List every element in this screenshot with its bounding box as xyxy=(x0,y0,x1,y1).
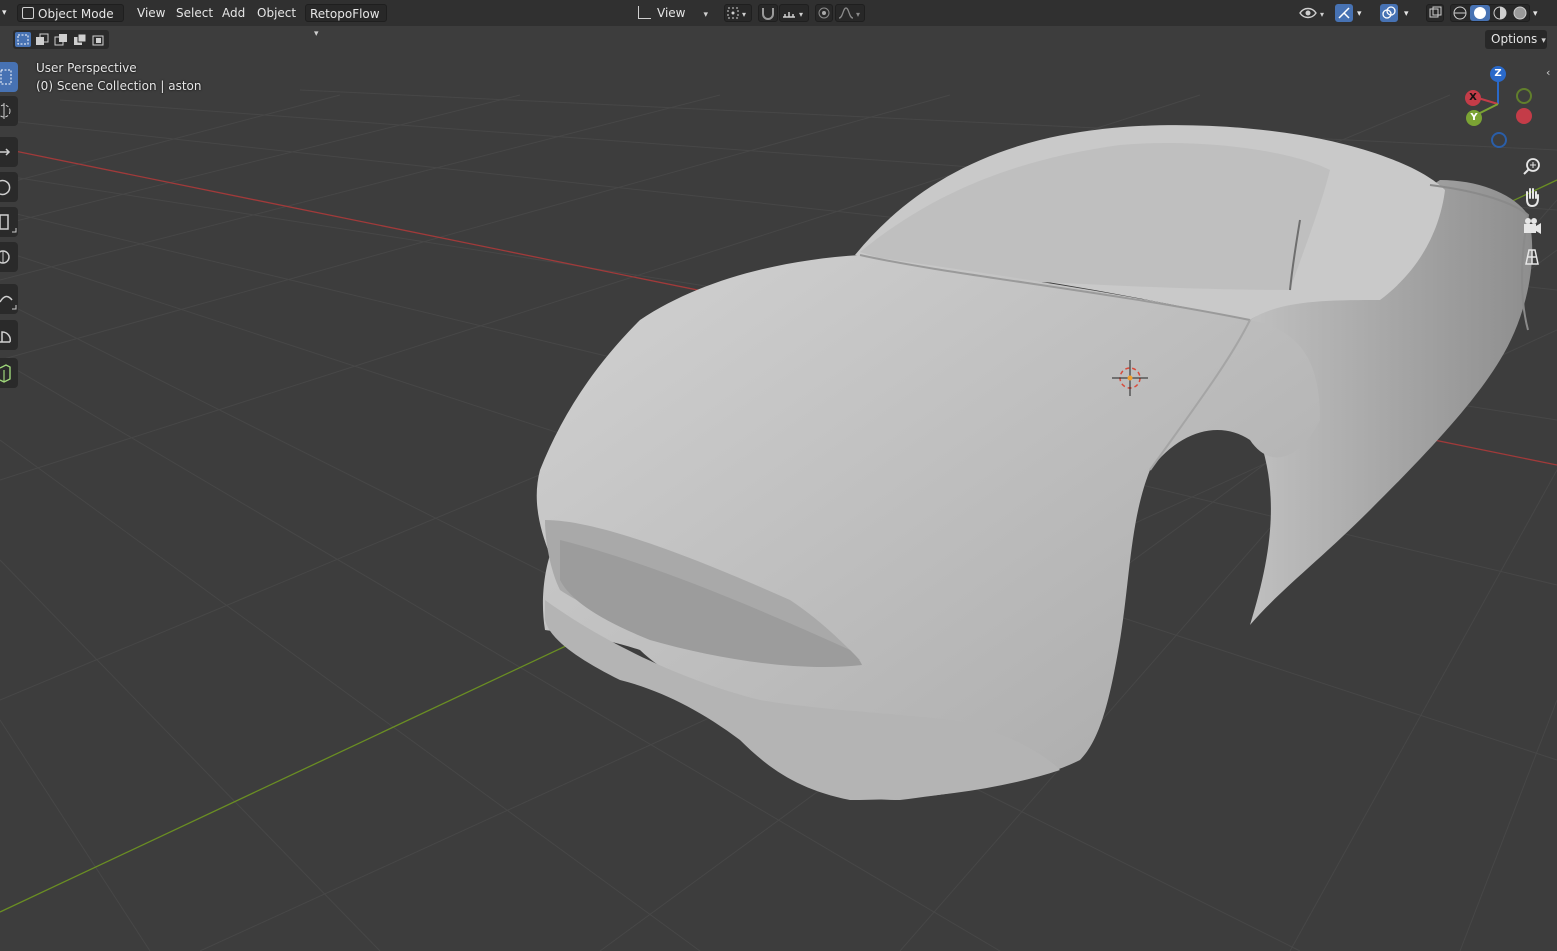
gizmo-neg-x-axis[interactable] xyxy=(1516,108,1532,124)
pivot-icon: ▾ xyxy=(727,7,746,19)
add-cube-icon xyxy=(0,364,11,383)
falloff-curve-icon: ▾ xyxy=(838,7,860,19)
svg-text:▾: ▾ xyxy=(1320,10,1324,19)
falloff-dropdown[interactable]: ▾ xyxy=(835,4,865,22)
tool-measure[interactable] xyxy=(0,320,18,350)
select-intersect-icon xyxy=(92,35,104,46)
grid-icon xyxy=(1525,249,1539,265)
select-extend-icon xyxy=(36,33,49,45)
camera-icon xyxy=(1524,218,1541,234)
magnet-icon xyxy=(762,8,774,20)
tool-rotate[interactable] xyxy=(0,172,18,202)
overlays-toggle-button[interactable] xyxy=(1380,4,1398,22)
viewport-header: ▾ Object Mode▾ View Select Add Object Re… xyxy=(0,0,1557,39)
tool-add-cube[interactable] xyxy=(0,358,18,388)
menu-view[interactable]: View xyxy=(137,4,165,22)
gizmo-y-axis[interactable]: Y xyxy=(1466,110,1482,126)
proportional-edit-button[interactable] xyxy=(815,4,833,22)
tool-select-box[interactable] xyxy=(0,62,18,92)
gizmo-x-axis[interactable]: X xyxy=(1465,90,1481,106)
scene-collection-label: (0) Scene Collection | aston xyxy=(36,79,202,93)
menu-add[interactable]: Add xyxy=(222,4,245,22)
select-invert-button[interactable] xyxy=(72,32,88,47)
cursor-icon xyxy=(0,103,11,119)
menu-select[interactable]: Select xyxy=(176,4,213,22)
ortho-toggle-button[interactable] xyxy=(1518,243,1546,271)
gizmo-neg-z-axis[interactable] xyxy=(1491,132,1507,148)
snap-target-dropdown[interactable]: ▾ xyxy=(779,4,809,22)
camera-view-button[interactable] xyxy=(1518,213,1546,241)
eye-icon: ▾ xyxy=(1299,7,1324,19)
retopoflow-dropdown[interactable]: RetopoFlow ▾ xyxy=(305,4,387,39)
viewport-canvas xyxy=(0,0,1557,951)
xray-icon xyxy=(1429,6,1442,18)
shading-icons xyxy=(1453,5,1527,21)
options-dropdown[interactable]: Options ▾ xyxy=(1485,30,1547,49)
proportional-icon xyxy=(818,7,830,19)
svg-text:▾: ▾ xyxy=(799,10,803,19)
chevron-down-icon[interactable]: ▾ xyxy=(1533,5,1538,23)
scale-icon xyxy=(0,214,17,233)
select-subtract-button[interactable] xyxy=(53,32,69,47)
tool-scale[interactable] xyxy=(0,207,18,237)
pan-button[interactable] xyxy=(1518,183,1546,211)
select-box-icon xyxy=(17,34,29,45)
svg-text:▾: ▾ xyxy=(742,10,746,19)
orientation-label: View xyxy=(657,6,686,20)
select-new-button[interactable] xyxy=(15,32,31,47)
select-extend-button[interactable] xyxy=(34,32,50,47)
tool-move[interactable] xyxy=(0,137,18,167)
visibility-dropdown[interactable]: ▾ xyxy=(1297,4,1329,22)
gizmo-z-axis[interactable]: Z xyxy=(1490,66,1506,82)
select-box-icon xyxy=(0,69,12,85)
gizmo-toggle-button[interactable] xyxy=(1335,4,1353,22)
snap-toggle-button[interactable] xyxy=(758,4,778,22)
zoom-icon xyxy=(1523,158,1540,175)
rotate-icon xyxy=(0,179,11,196)
zoom-button[interactable] xyxy=(1518,153,1546,181)
chevron-down-icon: ▾ xyxy=(1541,36,1546,46)
object-mode-icon xyxy=(22,7,34,19)
chevron-down-icon[interactable]: ▾ xyxy=(1357,5,1362,23)
shading-mode-group xyxy=(1450,4,1530,22)
view-perspective-label: User Perspective xyxy=(36,61,137,75)
menu-object[interactable]: Object xyxy=(257,4,296,22)
mode-label: Object Mode xyxy=(38,7,114,21)
tool-annotate[interactable] xyxy=(0,284,18,314)
chevron-down-icon: ▾ xyxy=(703,10,709,20)
3d-viewport[interactable] xyxy=(0,0,1557,951)
select-invert-icon xyxy=(74,33,87,45)
orientation-icon xyxy=(638,6,651,19)
selection-mode-group xyxy=(13,30,109,49)
annotate-icon xyxy=(0,295,17,310)
tool-transform[interactable] xyxy=(0,242,18,272)
gizmo-neg-y-axis[interactable] xyxy=(1516,88,1532,104)
hand-icon xyxy=(1526,188,1539,208)
move-icon xyxy=(0,148,11,156)
pivot-point-button[interactable]: ▾ xyxy=(724,4,752,22)
sidebar-toggle-icon[interactable]: ‹ xyxy=(1546,66,1550,79)
xray-toggle-button[interactable] xyxy=(1426,4,1444,22)
options-label: Options xyxy=(1491,32,1538,46)
overlays-icon xyxy=(1382,6,1396,19)
svg-text:▾: ▾ xyxy=(856,10,860,19)
measure-icon xyxy=(0,331,11,343)
select-intersect-button[interactable] xyxy=(91,32,107,47)
chevron-down-icon[interactable]: ▾ xyxy=(1404,5,1409,23)
chevron-down-icon: ▾ xyxy=(314,29,319,39)
transform-orientation-dropdown[interactable]: View ▾ xyxy=(638,4,718,22)
tool-cursor[interactable] xyxy=(0,96,18,126)
editor-type-chevron-icon[interactable]: ▾ xyxy=(2,4,7,22)
mode-dropdown[interactable]: Object Mode▾ xyxy=(17,4,124,39)
transform-icon xyxy=(0,250,10,264)
gizmo-icon xyxy=(1338,7,1350,19)
retopoflow-label: RetopoFlow xyxy=(310,7,380,21)
snap-increment-icon: ▾ xyxy=(783,10,803,19)
select-subtract-icon xyxy=(54,34,67,46)
